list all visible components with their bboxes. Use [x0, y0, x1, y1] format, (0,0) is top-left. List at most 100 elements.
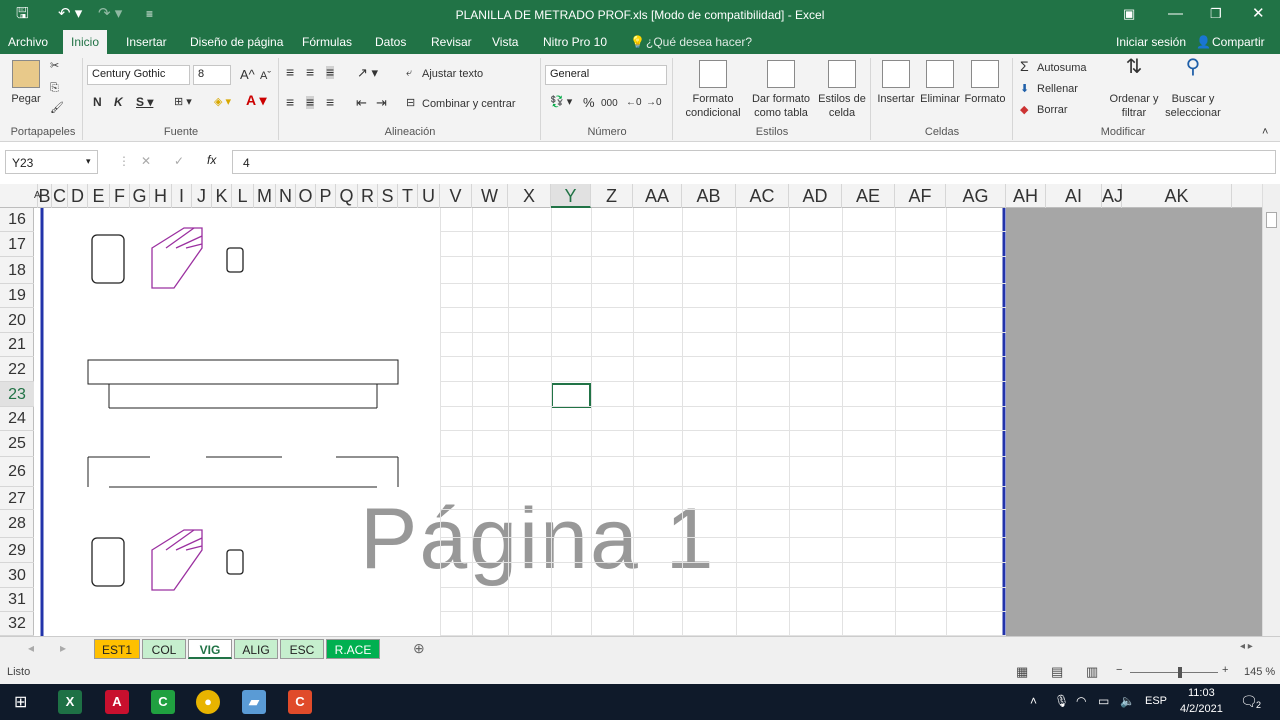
comma-style-icon[interactable]: 000: [601, 97, 618, 110]
column-header[interactable]: E: [88, 184, 110, 208]
formula-input[interactable]: 4: [232, 150, 1276, 174]
decrease-indent-icon[interactable]: ⇤: [356, 96, 367, 109]
column-header[interactable]: S: [378, 184, 398, 208]
row-header[interactable]: 25: [0, 431, 34, 457]
tab-nitro[interactable]: Nitro Pro 10: [543, 35, 607, 49]
fill-down-icon[interactable]: ⬇: [1020, 83, 1029, 96]
windows-start-icon[interactable]: ⊞: [14, 692, 27, 712]
increase-font-icon[interactable]: A^: [240, 68, 255, 81]
share-button[interactable]: Compartir: [1212, 35, 1265, 49]
paste-button[interactable]: Pegar: [8, 60, 44, 106]
column-header[interactable]: Q: [336, 184, 358, 208]
notepad-taskbar-icon[interactable]: ▰: [242, 690, 266, 714]
column-header[interactable]: AJ: [1102, 184, 1123, 208]
sheet-grid[interactable]: Página 1: [34, 208, 1262, 636]
bold-icon[interactable]: N: [93, 96, 102, 109]
align-bottom-icon[interactable]: ≡: [326, 65, 335, 79]
merge-icon[interactable]: ⊟: [406, 97, 415, 110]
row-header[interactable]: 27: [0, 487, 34, 510]
align-left-icon[interactable]: ≡: [286, 95, 294, 109]
battery-icon[interactable]: ▭: [1098, 694, 1109, 708]
minimize-icon[interactable]: —: [1168, 4, 1183, 24]
insert-cells-button[interactable]: Insertar: [874, 60, 918, 106]
column-header[interactable]: G: [130, 184, 150, 208]
column-header[interactable]: I: [172, 184, 192, 208]
underline-icon[interactable]: S ▾: [136, 96, 153, 109]
column-header[interactable]: AB: [682, 184, 736, 208]
next-sheet-icon[interactable]: ▸: [60, 641, 66, 655]
clear-button[interactable]: Borrar: [1037, 104, 1068, 117]
column-header[interactable]: AD: [789, 184, 842, 208]
tab-insertar[interactable]: Insertar: [126, 35, 167, 49]
column-header[interactable]: AF: [895, 184, 946, 208]
column-header[interactable]: B: [38, 184, 52, 208]
conditional-format-button[interactable]: Formato condicional: [677, 60, 749, 120]
tab-diseno[interactable]: Diseño de página: [190, 35, 283, 49]
delete-cells-button[interactable]: Eliminar: [918, 60, 962, 106]
align-center-icon[interactable]: ≡: [306, 95, 315, 109]
column-header[interactable]: AA: [633, 184, 682, 208]
name-box-dropdown-icon[interactable]: ▾: [86, 156, 91, 167]
zoom-thumb[interactable]: [1178, 667, 1182, 678]
align-top-icon[interactable]: ≡: [286, 65, 294, 79]
accounting-icon[interactable]: 💱 ▾: [550, 96, 572, 109]
borders-icon[interactable]: ⊞ ▾: [174, 96, 192, 109]
sheet-tab[interactable]: ALIG: [234, 639, 278, 659]
sheet-tab[interactable]: EST1: [94, 639, 140, 659]
row-header[interactable]: 22: [0, 357, 34, 382]
cell-styles-button[interactable]: Estilos de celda: [815, 60, 869, 120]
excel-taskbar-icon[interactable]: X: [58, 690, 82, 714]
fill-color-icon[interactable]: ◈ ▾: [214, 96, 231, 109]
tab-revisar[interactable]: Revisar: [431, 35, 472, 49]
orientation-icon[interactable]: ↗ ▾: [357, 66, 378, 79]
fill-button[interactable]: Rellenar: [1037, 83, 1078, 96]
percent-icon[interactable]: %: [583, 96, 595, 109]
sheet-tab[interactable]: ESC: [280, 639, 324, 659]
add-sheet-icon[interactable]: ⊕: [413, 640, 425, 657]
autosum-icon[interactable]: Σ: [1020, 59, 1029, 73]
sort-filter-button[interactable]: ⇅ Ordenar y filtrar: [1106, 57, 1162, 120]
restore-icon[interactable]: ❐: [1210, 4, 1222, 24]
column-header[interactable]: O: [296, 184, 316, 208]
merge-center-button[interactable]: Combinar y centrar: [422, 98, 516, 111]
clock-date[interactable]: 4/2/2021: [1180, 703, 1223, 715]
volume-icon[interactable]: 🔈: [1120, 694, 1135, 708]
zoom-out-icon[interactable]: −: [1116, 664, 1122, 676]
scroll-thumb[interactable]: [1266, 212, 1277, 228]
ribbon-display-icon[interactable]: ▣: [1123, 4, 1135, 24]
hscroll-left-icon[interactable]: ◂ ▸: [1240, 641, 1253, 652]
network-icon[interactable]: ◠: [1076, 694, 1086, 708]
selected-cell[interactable]: [551, 383, 591, 408]
font-size-select[interactable]: 8: [193, 65, 231, 85]
row-header[interactable]: 21: [0, 333, 34, 357]
row-header[interactable]: 32: [0, 612, 34, 636]
column-header[interactable]: N: [276, 184, 296, 208]
chrome-taskbar-icon[interactable]: ●: [196, 690, 220, 714]
zoom-in-icon[interactable]: +: [1222, 664, 1228, 676]
format-cells-button[interactable]: Formato: [962, 60, 1008, 106]
zoom-slider[interactable]: [1130, 672, 1218, 673]
signin-link[interactable]: Iniciar sesión: [1116, 35, 1186, 49]
format-table-button[interactable]: Dar formato como tabla: [748, 60, 814, 120]
column-header[interactable]: AH: [1006, 184, 1046, 208]
italic-icon[interactable]: K: [114, 96, 123, 109]
name-box[interactable]: Y23: [5, 150, 98, 174]
row-header[interactable]: 26: [0, 457, 34, 487]
vertical-scrollbar[interactable]: [1262, 184, 1280, 636]
column-header[interactable]: Z: [591, 184, 633, 208]
microphone-icon[interactable]: 🎙: [1054, 694, 1069, 708]
zoom-level[interactable]: 145 %: [1244, 666, 1275, 678]
column-header[interactable]: P: [316, 184, 336, 208]
column-header[interactable]: AC: [736, 184, 789, 208]
column-header[interactable]: U: [418, 184, 440, 208]
autosum-button[interactable]: Autosuma: [1037, 62, 1087, 75]
collapse-ribbon-icon[interactable]: ˄: [1262, 126, 1268, 139]
tab-inicio[interactable]: Inicio: [63, 30, 108, 54]
increase-indent-icon[interactable]: ⇥: [376, 96, 387, 109]
column-header[interactable]: K: [212, 184, 232, 208]
row-header[interactable]: 19: [0, 284, 34, 308]
column-header[interactable]: M: [254, 184, 276, 208]
column-header[interactable]: Y: [551, 184, 591, 208]
column-header[interactable]: AG: [946, 184, 1006, 208]
column-header[interactable]: C: [52, 184, 68, 208]
